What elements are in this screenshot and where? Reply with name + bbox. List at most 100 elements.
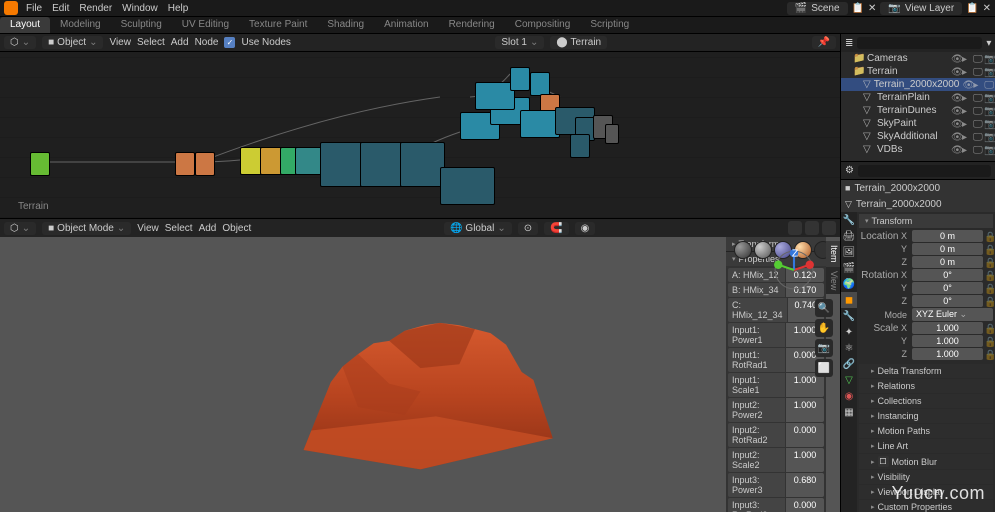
- panel-visibility[interactable]: Visibility: [859, 470, 993, 484]
- location-y-field[interactable]: 0 m: [912, 243, 983, 255]
- select-icon[interactable]: ▸: [962, 106, 971, 115]
- scene-new-icon[interactable]: ✕: [868, 3, 876, 14]
- outliner-item-6[interactable]: ▽SkyAdditional👁▸🖵📷: [841, 130, 995, 143]
- prop-value-10[interactable]: 0.000: [786, 498, 824, 512]
- panel-delta-transform[interactable]: Delta Transform: [859, 364, 993, 378]
- tab-layout[interactable]: Layout: [0, 17, 50, 33]
- panel-collections[interactable]: Collections: [859, 394, 993, 408]
- nav-move-icon[interactable]: ✋: [815, 319, 833, 337]
- location-z-field[interactable]: 0 m: [912, 256, 983, 268]
- render-icon[interactable]: 📷: [984, 145, 993, 154]
- render-icon[interactable]: 📷: [984, 119, 993, 128]
- sidebar-tab-item[interactable]: Item: [826, 241, 840, 267]
- disable-icon[interactable]: 🖵: [973, 106, 982, 115]
- blender-logo[interactable]: [4, 1, 18, 15]
- snap-icon[interactable]: 🧲: [544, 222, 568, 235]
- visibility-icon[interactable]: 👁: [951, 106, 960, 115]
- vp-menu-object[interactable]: Object: [222, 223, 251, 234]
- render-icon[interactable]: 📷: [984, 67, 993, 76]
- menu-file[interactable]: File: [26, 3, 42, 14]
- outliner-item-0[interactable]: 📁Cameras👁▸🖵📷: [841, 52, 995, 65]
- outliner-item-5[interactable]: ▽SkyPaint👁▸🖵📷: [841, 117, 995, 130]
- nav-gizmo[interactable]: Z: [773, 249, 815, 291]
- visibility-icon[interactable]: 👁: [951, 145, 960, 154]
- mode-selector[interactable]: ■ Object Mode: [42, 222, 131, 235]
- select-icon[interactable]: ▸: [962, 54, 971, 63]
- disable-icon[interactable]: 🖵: [973, 54, 982, 63]
- editor-type-icon[interactable]: ⬡: [4, 36, 36, 49]
- 3d-viewport[interactable]: ⬡ ■ Object Mode View Select Add Object 🌐…: [0, 219, 840, 512]
- visibility-icon[interactable]: 👁: [951, 93, 960, 102]
- tab-animation[interactable]: Animation: [374, 17, 438, 33]
- ptab-viewlayer[interactable]: 🖼: [841, 244, 857, 260]
- tab-sculpting[interactable]: Sculpting: [111, 17, 172, 33]
- visibility-icon[interactable]: 👁: [951, 119, 960, 128]
- motion-blur-checkbox[interactable]: ☐: [878, 456, 889, 467]
- ptab-particles[interactable]: ✦: [841, 324, 857, 340]
- node-editor[interactable]: ⬡ ■ Object View Select Add Node ✓ Use No…: [0, 34, 840, 219]
- node-menu-select[interactable]: Select: [137, 37, 165, 48]
- vp-menu-add[interactable]: Add: [199, 223, 217, 234]
- tab-uv[interactable]: UV Editing: [172, 17, 239, 33]
- tab-rendering[interactable]: Rendering: [439, 17, 505, 33]
- visibility-icon[interactable]: 👁: [951, 67, 960, 76]
- ptab-material[interactable]: ◉: [841, 388, 857, 404]
- ptab-modifiers[interactable]: 🔧: [841, 308, 857, 324]
- render-icon[interactable]: 📷: [984, 93, 993, 102]
- scale-y-field[interactable]: 1.000: [912, 335, 983, 347]
- menu-render[interactable]: Render: [79, 3, 112, 14]
- panel-motion-blur[interactable]: ☐ Motion Blur: [859, 454, 993, 469]
- render-icon[interactable]: 📷: [984, 132, 993, 141]
- outliner-item-4[interactable]: ▽TerrainDunes👁▸🖵📷: [841, 104, 995, 117]
- tab-scripting[interactable]: Scripting: [580, 17, 639, 33]
- ptab-output[interactable]: 🖨: [841, 228, 857, 244]
- visibility-icon[interactable]: 👁: [951, 54, 960, 63]
- nav-camera-icon[interactable]: 📷: [815, 339, 833, 357]
- tab-shading[interactable]: Shading: [317, 17, 374, 33]
- render-icon[interactable]: 📷: [984, 106, 993, 115]
- menu-window[interactable]: Window: [122, 3, 158, 14]
- lock-icon[interactable]: 🔒: [984, 232, 993, 241]
- material-selector[interactable]: ⬤ Terrain: [550, 36, 607, 49]
- pin-icon[interactable]: 📌: [812, 36, 836, 49]
- outliner-item-1[interactable]: 📁Terrain👁▸🖵📷: [841, 65, 995, 78]
- visibility-icon[interactable]: 👁: [962, 80, 971, 89]
- rotation-mode-select[interactable]: XYZ Euler: [912, 308, 993, 321]
- node-menu-add[interactable]: Add: [171, 37, 189, 48]
- prop-value-6[interactable]: 1.000: [786, 398, 824, 422]
- node-menu-view[interactable]: View: [109, 37, 131, 48]
- select-icon[interactable]: ▸: [962, 119, 971, 128]
- shading-wireframe[interactable]: [734, 241, 752, 259]
- viewlayer-browse-icon[interactable]: 📋: [966, 3, 978, 14]
- panel-motion-paths[interactable]: Motion Paths: [859, 424, 993, 438]
- select-icon[interactable]: ▸: [962, 93, 971, 102]
- disable-icon[interactable]: 🖵: [973, 119, 982, 128]
- ptab-object[interactable]: ◼: [841, 292, 857, 308]
- prop-value-8[interactable]: 1.000: [786, 448, 824, 472]
- disable-icon[interactable]: 🖵: [973, 67, 982, 76]
- viewlayer-close-icon[interactable]: ✕: [983, 3, 991, 14]
- scale-z-field[interactable]: 1.000: [912, 348, 983, 360]
- menu-help[interactable]: Help: [168, 3, 189, 14]
- outliner-editor-icon[interactable]: ≣: [845, 38, 853, 49]
- ptab-world[interactable]: 🌍: [841, 276, 857, 292]
- gizmo-toggle[interactable]: [788, 221, 802, 235]
- node-menu-node[interactable]: Node: [195, 37, 219, 48]
- disable-icon[interactable]: 🖵: [973, 93, 982, 102]
- select-icon[interactable]: ▸: [962, 132, 971, 141]
- tab-compositing[interactable]: Compositing: [505, 17, 581, 33]
- properties-editor-icon[interactable]: ⚙: [845, 165, 854, 176]
- ptab-texture[interactable]: ▦: [841, 404, 857, 420]
- shading-solid[interactable]: [754, 241, 772, 259]
- disable-icon[interactable]: 🖵: [984, 80, 993, 89]
- select-icon[interactable]: ▸: [962, 145, 971, 154]
- overlay-toggle[interactable]: [805, 221, 819, 235]
- vp-menu-select[interactable]: Select: [165, 223, 193, 234]
- node-object-selector[interactable]: ■ Object: [42, 36, 103, 49]
- pivot-icon[interactable]: ⊙: [518, 222, 538, 235]
- use-nodes-checkbox[interactable]: ✓: [224, 37, 235, 48]
- viewport-editor-icon[interactable]: ⬡: [4, 222, 36, 235]
- rotation-x-field[interactable]: 0°: [912, 269, 983, 281]
- scene-browse-icon[interactable]: 📋: [852, 3, 864, 14]
- nav-zoom-icon[interactable]: 🔍: [815, 299, 833, 317]
